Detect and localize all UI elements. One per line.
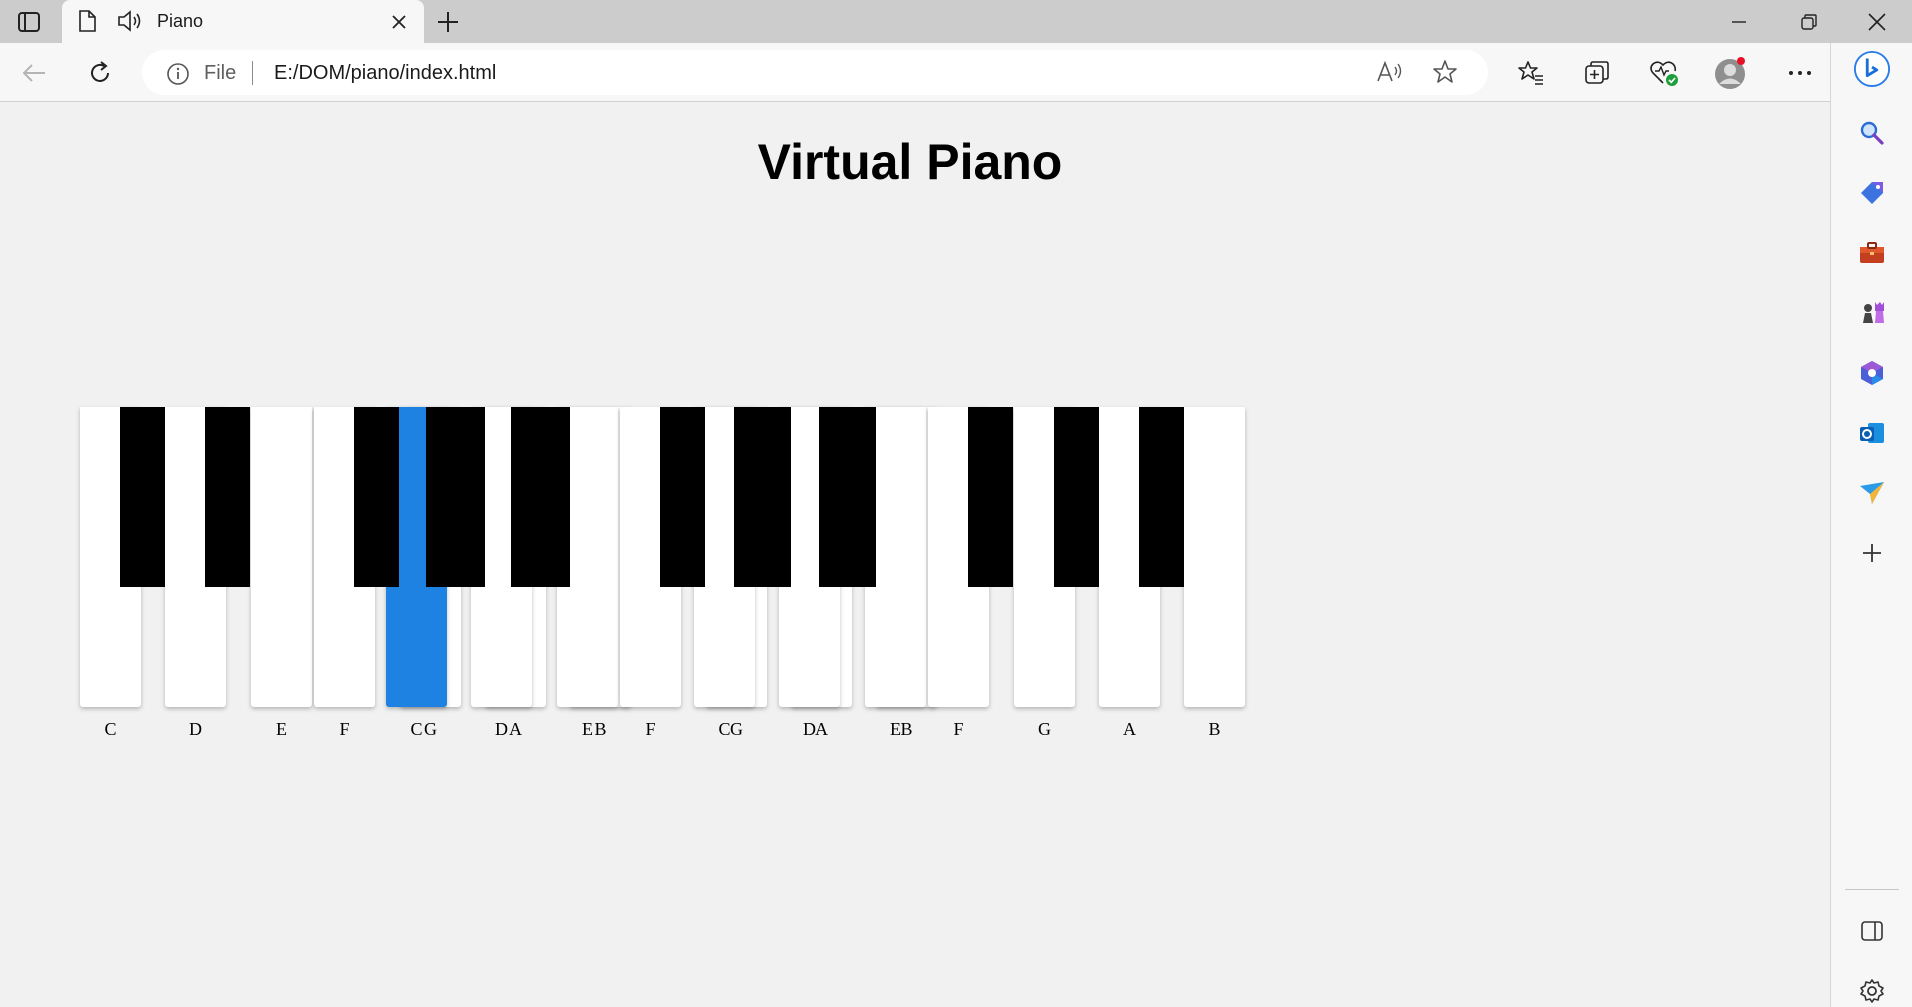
- address-bar[interactable]: File E:/DOM/piano/index.html: [142, 50, 1488, 95]
- close-tab-icon[interactable]: [386, 9, 412, 35]
- profile-avatar-icon[interactable]: [1712, 55, 1748, 91]
- piano-key-label: D: [189, 719, 202, 739]
- piano-black-key[interactable]: [1139, 407, 1184, 587]
- outlook-icon[interactable]: [1853, 414, 1891, 452]
- back-arrow-icon[interactable]: [16, 55, 52, 91]
- piano-black-key[interactable]: [968, 407, 1013, 587]
- browser-toolbar: File E:/DOM/piano/index.html: [0, 43, 1912, 102]
- page-icon: [78, 10, 96, 37]
- edge-sidebar: [1830, 43, 1912, 1007]
- send-drop-icon[interactable]: [1853, 474, 1891, 512]
- shopping-tag-icon[interactable]: [1853, 174, 1891, 212]
- piano-white-key[interactable]: [251, 407, 312, 707]
- address-scheme-label: File: [204, 62, 237, 84]
- piano-key-label: B: [1208, 719, 1221, 739]
- sidebar-divider: [1845, 889, 1899, 890]
- piano-key-label: C: [104, 719, 117, 739]
- refresh-icon[interactable]: [82, 55, 118, 91]
- piano-key-label: F: [339, 719, 350, 739]
- piano-black-key[interactable]: [511, 407, 556, 587]
- hide-sidebar-icon[interactable]: [1853, 912, 1891, 950]
- page-content: Virtual Piano CDEFGABCDEFGABCDEFGAB: [0, 103, 1830, 1007]
- favorites-icon[interactable]: [1513, 55, 1549, 91]
- tools-briefcase-icon[interactable]: [1853, 234, 1891, 272]
- piano-black-key[interactable]: [205, 407, 250, 587]
- new-tab-icon[interactable]: [432, 6, 464, 38]
- search-icon[interactable]: [1853, 114, 1891, 152]
- piano-key-label: D: [495, 719, 508, 739]
- speaker-icon[interactable]: [116, 9, 142, 38]
- piano-key-label: F: [645, 719, 656, 739]
- close-window-icon[interactable]: [1842, 0, 1912, 43]
- piano-key-label: F: [953, 719, 964, 739]
- add-sidebar-app-icon[interactable]: [1853, 534, 1891, 572]
- tab-title: Piano: [157, 11, 204, 31]
- piano-key-label: E: [582, 719, 593, 739]
- add-favorite-star-icon[interactable]: [1432, 59, 1458, 90]
- piano-black-key[interactable]: [734, 407, 779, 587]
- piano-white-key[interactable]: [1184, 407, 1245, 707]
- more-options-icon[interactable]: [1782, 55, 1818, 91]
- piano-key-label: A: [1123, 719, 1136, 739]
- address-url[interactable]: E:/DOM/piano/index.html: [274, 62, 496, 85]
- piano-key-label: D: [803, 719, 816, 739]
- tab-actions-menu-icon[interactable]: [12, 8, 46, 35]
- page-title: Virtual Piano: [757, 134, 1063, 190]
- games-chess-icon[interactable]: [1853, 294, 1891, 332]
- piano-black-key[interactable]: [660, 407, 705, 587]
- collections-icon[interactable]: [1579, 55, 1615, 91]
- piano-key-label: E: [276, 719, 287, 739]
- piano-keyboard: CDEFGABCDEFGABCDEFGAB: [80, 407, 1740, 747]
- piano-black-key[interactable]: [819, 407, 864, 587]
- address-separator: [252, 61, 253, 85]
- minimize-icon[interactable]: [1704, 0, 1774, 43]
- browser-essentials-icon[interactable]: [1646, 55, 1682, 91]
- title-bar: Piano: [0, 0, 1912, 43]
- piano-key-label: C: [410, 719, 423, 739]
- restore-icon[interactable]: [1774, 0, 1844, 43]
- info-icon[interactable]: [166, 62, 190, 91]
- piano-key-label: C: [718, 719, 731, 739]
- read-aloud-icon[interactable]: [1376, 59, 1404, 90]
- piano-black-key[interactable]: [354, 407, 399, 587]
- piano-black-key[interactable]: [1054, 407, 1099, 587]
- microsoft365-icon[interactable]: [1853, 354, 1891, 392]
- piano-key-label: E: [890, 719, 901, 739]
- piano-black-key[interactable]: [426, 407, 471, 587]
- piano-key-label: G: [1038, 719, 1051, 739]
- bing-copilot-icon[interactable]: [1853, 50, 1891, 88]
- piano-black-key[interactable]: [120, 407, 165, 587]
- browser-tab[interactable]: Piano: [62, 0, 424, 43]
- sidebar-settings-gear-icon[interactable]: [1853, 972, 1891, 1007]
